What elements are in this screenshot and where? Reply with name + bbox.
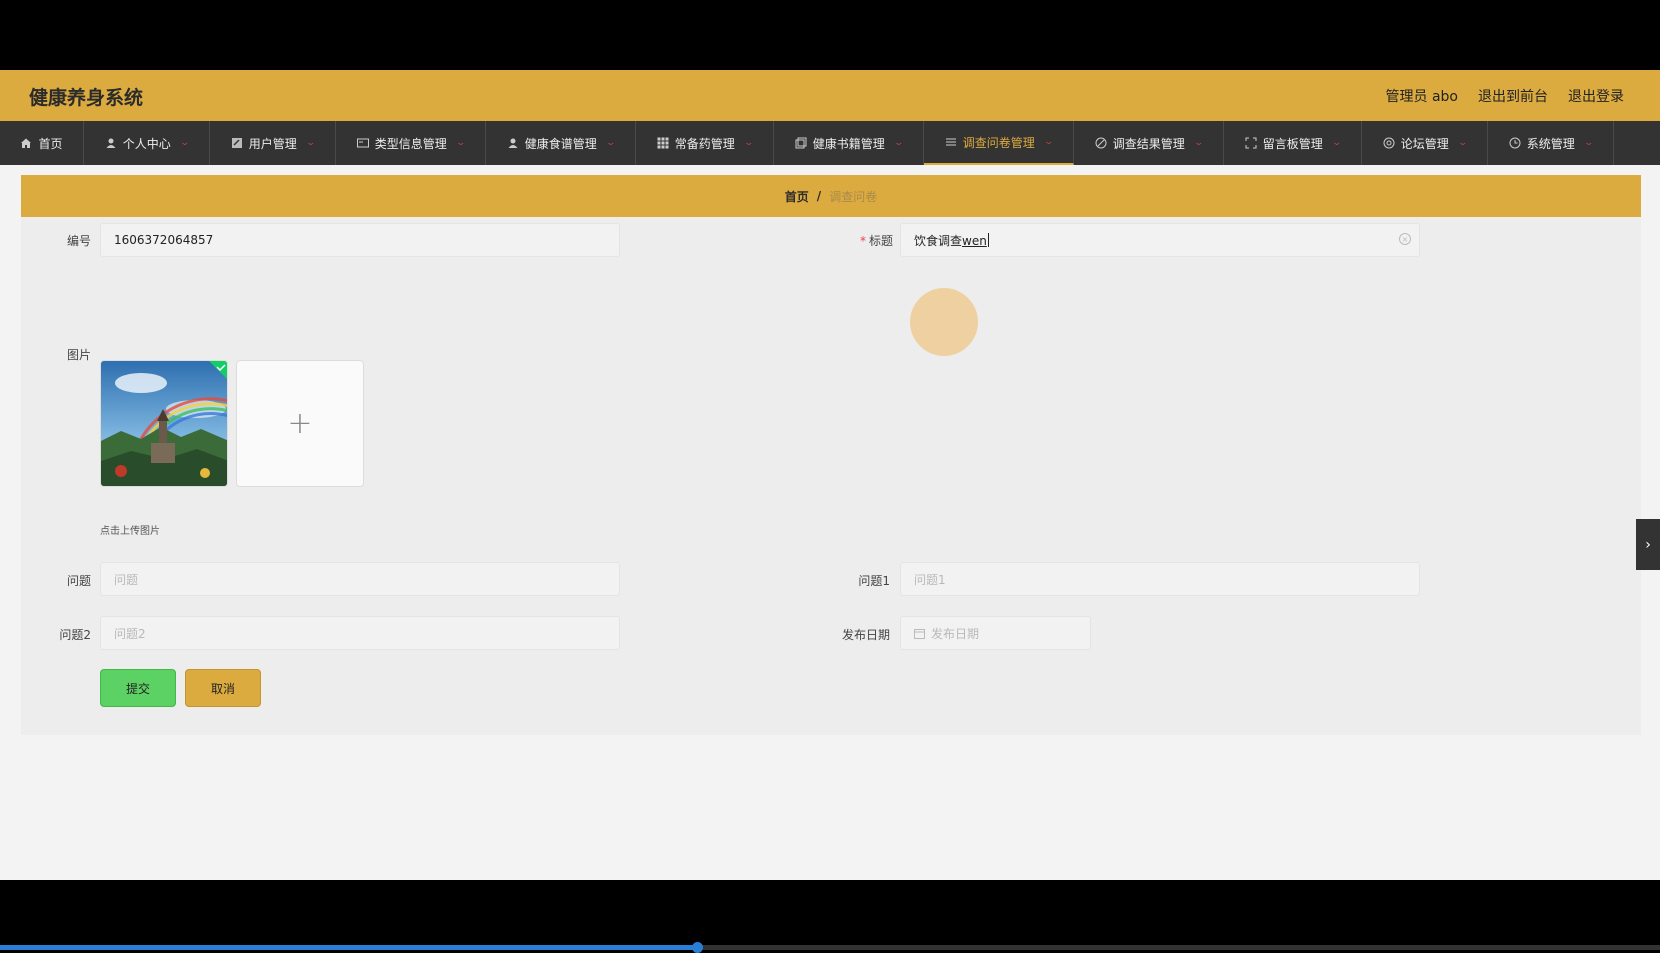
copy-icon xyxy=(795,137,807,149)
question-placeholder: 问题 xyxy=(114,572,139,587)
breadcrumb-home[interactable]: 首页 xyxy=(785,188,809,205)
nav-item-8[interactable]: 调查结果管理 ⌄ xyxy=(1074,121,1224,165)
chevron-down-icon: ⌄ xyxy=(1331,138,1342,148)
nav-item-label: 个人中心 xyxy=(122,136,171,151)
clock-icon xyxy=(1509,137,1521,149)
nav-item-label: 健康食谱管理 xyxy=(524,136,597,151)
nav-item-7[interactable]: 调查问卷管理 ⌄ xyxy=(924,121,1074,165)
grid-icon xyxy=(657,137,669,149)
main-nav: 首页 个人中心 ⌄ 用户管理 ⌄ 类型信息管理 ⌄ 健康食谱管理 ⌄ 常备药管理 ⌄ 健康书籍管理 ⌄ 调… xyxy=(0,121,1660,165)
question-label: 问题 xyxy=(66,574,91,588)
title-field[interactable]: 饮食调查wen × xyxy=(900,223,1420,257)
chevron-down-icon: ⌄ xyxy=(1043,137,1054,147)
back-to-front-link[interactable]: 退出到前台 xyxy=(1478,86,1548,106)
title-label-text: 标题 xyxy=(868,234,893,248)
chevron-down-icon: ⌄ xyxy=(455,138,466,148)
nav-item-label: 调查问卷管理 xyxy=(962,135,1035,150)
video-progress-fill xyxy=(0,945,698,950)
fullscreen-icon xyxy=(1245,137,1257,149)
video-progress-bar[interactable] xyxy=(0,942,1660,953)
question2-input[interactable]: 问题2 xyxy=(100,616,620,650)
nav-item-9[interactable]: 留言板管理 ⌄ xyxy=(1224,121,1362,165)
breadcrumb-separator: / xyxy=(816,189,822,203)
title-value: 饮食调查wen xyxy=(914,232,987,249)
nav-item-label: 用户管理 xyxy=(248,136,297,151)
title-value-prefix: 饮食调查 xyxy=(914,233,963,248)
nav-item-10[interactable]: 论坛管理 ⌄ xyxy=(1362,121,1488,165)
nav-item-label: 常备药管理 xyxy=(674,136,735,151)
breadcrumb-current: 调查问卷 xyxy=(829,189,878,204)
user-icon xyxy=(105,137,117,149)
side-expand-tab[interactable]: › xyxy=(1636,519,1660,570)
clear-icon[interactable]: × xyxy=(1399,233,1411,245)
logout-link[interactable]: 退出登录 xyxy=(1568,86,1624,106)
chevron-down-icon: ⌄ xyxy=(743,138,754,148)
screen-frame: 健康养身系统 管理员 abo 退出到前台 退出登录 首页 个人中心 ⌄ 用户管理 ⌄ 类型… xyxy=(0,0,1660,953)
chevron-right-icon: › xyxy=(1645,536,1651,553)
chevron-down-icon: ⌄ xyxy=(893,138,904,148)
chevron-down-icon: ⌄ xyxy=(1457,138,1468,148)
nav-item-label: 首页 xyxy=(38,136,63,151)
settings-icon xyxy=(1383,137,1395,149)
chevron-down-icon: ⌄ xyxy=(305,138,316,148)
brand-title: 健康养身系统 xyxy=(29,87,144,109)
upload-tip: 点击上传图片 xyxy=(100,526,160,537)
breadcrumb: 首页 / 调查问卷 xyxy=(21,175,1641,217)
required-mark: * xyxy=(859,234,866,248)
nav-item-4[interactable]: 健康食谱管理 ⌄ xyxy=(486,121,636,165)
date-placeholder: 发布日期 xyxy=(931,626,980,641)
question2-placeholder: 问题2 xyxy=(114,626,146,641)
title-label: * 标题 xyxy=(823,232,893,249)
nav-item-2[interactable]: 用户管理 ⌄ xyxy=(210,121,336,165)
nav-item-1[interactable]: 个人中心 ⌄ xyxy=(84,121,210,165)
question-input[interactable]: 问题 xyxy=(100,562,620,596)
calendar-icon xyxy=(914,628,925,639)
nav-item-label: 健康书籍管理 xyxy=(812,136,885,151)
date-label: 发布日期 xyxy=(841,628,890,642)
list-icon xyxy=(945,136,957,148)
app-window: 健康养身系统 管理员 abo 退出到前台 退出登录 首页 个人中心 ⌄ 用户管理 ⌄ 类型… xyxy=(0,70,1660,880)
image-label: 图片 xyxy=(66,348,91,362)
upload-image-button[interactable]: + xyxy=(236,360,364,487)
chevron-down-icon: ⌄ xyxy=(605,138,616,148)
nav-item-6[interactable]: 健康书籍管理 ⌄ xyxy=(774,121,924,165)
id-field[interactable]: 1606372064857 xyxy=(100,223,620,257)
nav-item-label: 类型信息管理 xyxy=(374,136,447,151)
header-links: 管理员 abo 退出到前台 退出登录 xyxy=(1386,86,1624,106)
title-value-composing: wen xyxy=(962,233,987,248)
card-icon xyxy=(356,137,369,149)
landscape-image xyxy=(101,361,227,486)
plus-icon: + xyxy=(287,406,313,441)
nav-item-label: 系统管理 xyxy=(1526,136,1575,151)
nav-item-11[interactable]: 系统管理 ⌄ xyxy=(1488,121,1614,165)
nav-item-3[interactable]: 类型信息管理 ⌄ xyxy=(336,121,486,165)
id-label: 编号 xyxy=(66,234,91,248)
home-icon xyxy=(20,137,32,149)
video-progress-knob[interactable] xyxy=(692,942,704,953)
click-highlight xyxy=(910,288,978,356)
nav-item-0[interactable]: 首页 xyxy=(0,121,84,165)
submit-button[interactable]: 提交 xyxy=(100,669,176,707)
top-header: 健康养身系统 管理员 abo 退出到前台 退出登录 xyxy=(0,70,1660,121)
question1-placeholder: 问题1 xyxy=(914,572,946,587)
nav-item-label: 调查结果管理 xyxy=(1112,136,1185,151)
id-value: 1606372064857 xyxy=(114,233,214,247)
cancel-button[interactable]: 取消 xyxy=(185,669,261,707)
edit-icon xyxy=(231,137,243,149)
admin-user-link[interactable]: 管理员 abo xyxy=(1386,86,1458,106)
chevron-down-icon: ⌄ xyxy=(1193,138,1204,148)
text-caret xyxy=(987,233,989,247)
date-picker[interactable]: 发布日期 xyxy=(900,616,1091,650)
nav-item-label: 留言板管理 xyxy=(1262,136,1323,151)
uploaded-image[interactable] xyxy=(100,360,228,487)
question1-label: 问题1 xyxy=(858,574,890,588)
nav-item-5[interactable]: 常备药管理 ⌄ xyxy=(636,121,774,165)
user-icon xyxy=(507,137,519,149)
chevron-down-icon: ⌄ xyxy=(1583,138,1594,148)
nav-item-label: 论坛管理 xyxy=(1400,136,1449,151)
chevron-down-icon: ⌄ xyxy=(179,138,190,148)
question2-label: 问题2 xyxy=(59,628,91,642)
question1-input[interactable]: 问题1 xyxy=(900,562,1420,596)
pen-icon xyxy=(1095,137,1107,149)
